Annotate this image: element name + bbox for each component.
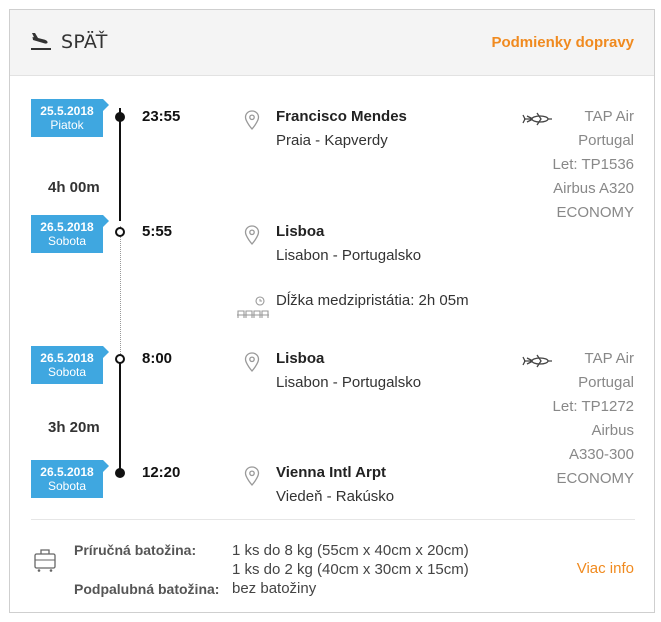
divider [31, 519, 635, 520]
map-pin-icon [244, 110, 260, 130]
weekday-text: Piatok [50, 118, 84, 132]
arrival-place: Vienna Intl Arpt Viedeň - Rakúsko [276, 461, 394, 509]
more-info-link[interactable]: Viac info [577, 560, 634, 577]
hand-baggage-value: 1 ks do 8 kg (55cm x 40cm x 20cm) [232, 542, 469, 559]
airline-name-cont: Portugal [578, 374, 634, 391]
arrival-time: 12:20 [142, 464, 181, 481]
layover-duration: Dĺžka medzipristátia: 2h 05m [276, 292, 469, 309]
plane-landing-icon [31, 33, 51, 50]
suitcase-icon [34, 549, 56, 572]
segment2-timeline-line [119, 360, 121, 473]
layover-timeline-line [120, 226, 121, 356]
arrival-time: 5:55 [142, 223, 173, 240]
return-flight-card: SPÄŤ Podmienky dopravy 25.5.2018 Piatok … [9, 9, 655, 613]
airline-name: TAP Air [584, 350, 634, 367]
timeline-dot [115, 112, 125, 122]
aircraft-type-cont: A330-300 [568, 446, 634, 463]
flight-details: TAP Air Portugal Let: TP1272 Airbus A330… [524, 347, 634, 491]
date-badge: 26.5.2018 Sobota [31, 460, 109, 498]
city-country: Viedeň - Rakúsko [276, 488, 395, 505]
hand-baggage-label: Príručná batožina: [74, 542, 197, 558]
itinerary: 25.5.2018 Piatok 23:55 Francisco Mendes … [10, 76, 654, 612]
departure-time: 8:00 [142, 350, 173, 367]
weekday-text: Sobota [47, 234, 87, 248]
city-country: Lisabon - Portugalsko [276, 374, 422, 391]
airline-name-cont: Portugal [578, 132, 634, 149]
date-badge: 25.5.2018 Piatok [31, 99, 109, 137]
flight-number: Let: TP1536 [552, 156, 634, 173]
flight-duration: 4h 00m [48, 179, 100, 196]
city-name: Lisboa [276, 350, 325, 367]
arrival-place: Lisboa Lisabon - Portugalsko [276, 220, 421, 268]
card-header: SPÄŤ Podmienky dopravy [10, 10, 654, 76]
date-text: 26.5.2018 [40, 351, 94, 365]
city-name: Lisboa [276, 223, 325, 240]
timeline-dot [115, 468, 125, 478]
segment1-timeline-line [119, 108, 121, 221]
aircraft-type: Airbus [591, 422, 634, 439]
date-badge: 26.5.2018 Sobota [31, 346, 109, 384]
date-text: 25.5.2018 [40, 104, 94, 118]
map-pin-icon [244, 225, 260, 245]
date-text: 26.5.2018 [40, 220, 94, 234]
cabin-class: ECONOMY [556, 470, 634, 487]
city-country: Praia - Kapverdy [276, 132, 388, 149]
timeline-dot [115, 354, 125, 364]
map-pin-icon [244, 466, 260, 486]
city-name: Francisco Mendes [276, 108, 407, 125]
city-country: Lisabon - Portugalsko [276, 247, 422, 264]
weekday-text: Sobota [47, 479, 87, 493]
city-name: Vienna Intl Arpt [276, 464, 387, 481]
departure-time: 23:55 [142, 108, 181, 125]
hold-baggage-label: Podpalubná batožina: [74, 581, 220, 597]
date-badge: 26.5.2018 Sobota [31, 215, 109, 253]
timeline-dot [115, 227, 125, 237]
page-title: SPÄŤ [61, 31, 108, 53]
transport-conditions-link[interactable]: Podmienky dopravy [491, 34, 634, 51]
cabin-class: ECONOMY [556, 204, 634, 221]
departure-place: Lisboa Lisabon - Portugalsko [276, 347, 421, 395]
hand-baggage-value: 1 ks do 2 kg (40cm x 30cm x 15cm) [232, 561, 469, 578]
flight-number: Let: TP1272 [552, 398, 634, 415]
aircraft-type: Airbus A320 [553, 180, 634, 197]
hold-baggage-value: bez batožiny [232, 580, 317, 597]
flight-duration: 3h 20m [48, 419, 100, 436]
map-pin-icon [244, 352, 260, 372]
date-text: 26.5.2018 [40, 465, 94, 479]
weekday-text: Sobota [47, 365, 87, 379]
waiting-seats-icon [237, 296, 269, 318]
flight-details: TAP Air Portugal Let: TP1536 Airbus A320… [524, 105, 634, 225]
departure-place: Francisco Mendes Praia - Kapverdy [276, 105, 407, 153]
airline-name: TAP Air [584, 108, 634, 125]
